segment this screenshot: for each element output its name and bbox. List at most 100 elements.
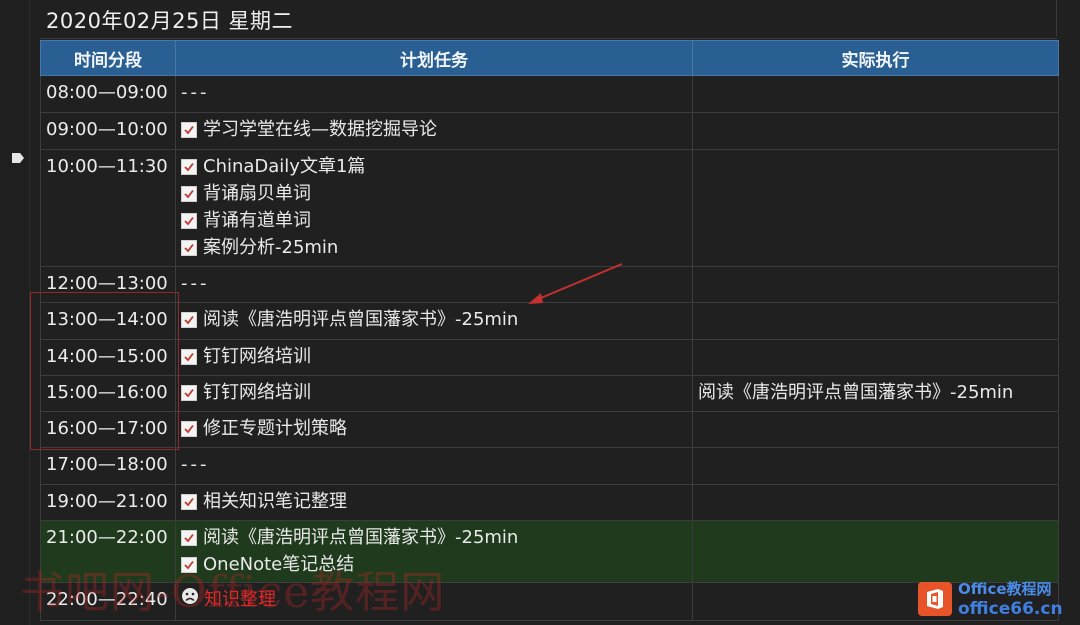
actual-execution-text xyxy=(698,451,1053,478)
task-text: OneNote笔记总结 xyxy=(203,554,355,575)
table-row: 12:00—13:00 --- xyxy=(40,266,1059,303)
actual-execution-cell[interactable] xyxy=(692,112,1059,150)
page-date-title[interactable]: 2020年02月25日 星期二 xyxy=(46,6,293,36)
table-row: 08:00—09:00 --- xyxy=(40,75,1059,113)
header-time-slot[interactable]: 时间分段 xyxy=(40,40,176,76)
task-item: 背诵有道单词 xyxy=(181,207,687,234)
task-text: 钉钉网络培训 xyxy=(203,346,311,367)
table-row: 21:00—22:00 阅读《唐浩明评点曾国藩家书》-25min OneNote笔记… xyxy=(40,520,1059,583)
task-item: 学习学堂在线—数据挖掘导论 xyxy=(181,116,687,143)
todo-checkbox-checked-icon[interactable] xyxy=(181,121,197,138)
time-slot-cell[interactable]: 16:00—17:00 xyxy=(40,411,176,448)
planned-tasks-cell[interactable]: 学习学堂在线—数据挖掘导论 xyxy=(175,112,693,150)
planned-tasks-cell[interactable]: 阅读《唐浩明评点曾国藩家书》-25min xyxy=(175,302,693,340)
page-edge-line xyxy=(1056,0,1057,36)
schedule-table[interactable]: 时间分段 计划任务 实际执行 08:00—09:00 --- 09:00—10:00… xyxy=(40,40,1059,621)
time-slot-cell[interactable]: 14:00—15:00 xyxy=(40,339,176,376)
header-actual-execution[interactable]: 实际执行 xyxy=(692,40,1059,76)
task-item: 相关知识笔记整理 xyxy=(181,488,687,515)
table-row: 15:00—16:00 钉钉网络培训 阅读《唐浩明评点曾国藩家书》-25min xyxy=(40,375,1059,412)
actual-execution-cell[interactable] xyxy=(692,520,1059,583)
actual-execution-cell[interactable] xyxy=(692,339,1059,376)
task-item: 知识整理 xyxy=(181,586,687,613)
task-text: 相关知识笔记整理 xyxy=(203,491,347,512)
planned-tasks-cell[interactable]: 相关知识笔记整理 xyxy=(175,484,693,521)
actual-execution-cell[interactable] xyxy=(692,75,1059,113)
table-row: 13:00—14:00 阅读《唐浩明评点曾国藩家书》-25min xyxy=(40,302,1059,340)
todo-checkbox-checked-icon[interactable] xyxy=(181,529,197,546)
time-slot-cell[interactable]: 22:00—22:40 xyxy=(40,582,176,621)
todo-checkbox-checked-icon[interactable] xyxy=(181,493,197,510)
table-row: 19:00—21:00 相关知识笔记整理 xyxy=(40,484,1059,521)
planned-tasks-cell[interactable]: 钉钉网络培训 xyxy=(175,375,693,412)
task-item: 钉钉网络培训 xyxy=(181,379,687,406)
time-slot-cell[interactable]: 12:00—13:00 xyxy=(40,266,176,303)
time-slot-cell[interactable]: 21:00—22:00 xyxy=(40,520,176,583)
todo-checkbox-checked-icon[interactable] xyxy=(181,311,197,328)
todo-checkbox-checked-icon[interactable] xyxy=(181,384,197,401)
actual-execution-text xyxy=(698,343,1053,370)
planned-tasks-cell[interactable]: 知识整理 xyxy=(175,582,693,621)
actual-execution-cell[interactable] xyxy=(692,266,1059,303)
todo-checkbox-checked-icon[interactable] xyxy=(181,212,197,229)
actual-execution-cell[interactable] xyxy=(692,411,1059,448)
actual-execution-text xyxy=(698,153,1053,180)
todo-checkbox-checked-icon[interactable] xyxy=(181,348,197,365)
time-slot-cell[interactable]: 15:00—16:00 xyxy=(40,375,176,412)
site-logo: Office教程网 office66.cn xyxy=(918,576,1076,622)
task-text: 背诵扇贝单词 xyxy=(203,183,311,204)
planned-tasks-cell[interactable]: --- xyxy=(175,266,693,303)
actual-execution-text: 阅读《唐浩明评点曾国藩家书》-25min xyxy=(698,382,1014,403)
actual-execution-text xyxy=(698,270,1053,297)
time-slot-cell[interactable]: 17:00—18:00 xyxy=(40,447,176,485)
header-planned-tasks[interactable]: 计划任务 xyxy=(175,40,693,76)
todo-checkbox-checked-icon[interactable] xyxy=(181,158,197,175)
task-text: 阅读《唐浩明评点曾国藩家书》-25min xyxy=(203,527,519,548)
task-text: 背诵有道单词 xyxy=(203,210,311,231)
task-text: 修正专题计划策略 xyxy=(203,418,347,439)
actual-execution-cell[interactable] xyxy=(692,447,1059,485)
planned-tasks-cell[interactable]: 钉钉网络培训 xyxy=(175,339,693,376)
actual-execution-cell[interactable] xyxy=(692,149,1059,267)
task-item: 阅读《唐浩明评点曾国藩家书》-25min xyxy=(181,306,687,333)
actual-execution-cell[interactable] xyxy=(692,484,1059,521)
table-row: 17:00—18:00 --- xyxy=(40,447,1059,485)
time-slot-cell[interactable]: 13:00—14:00 xyxy=(40,302,176,340)
actual-execution-text xyxy=(698,524,1053,551)
title-divider xyxy=(40,38,1057,39)
todo-checkbox-checked-icon[interactable] xyxy=(181,185,197,202)
table-row: 22:00—22:40 知识整理 xyxy=(40,582,1059,621)
logo-line1: Office教程网 xyxy=(958,580,1052,598)
task-text: 案例分析-25min xyxy=(203,237,339,258)
task-item: OneNote笔记总结 xyxy=(181,551,687,578)
time-slot-cell[interactable]: 19:00—21:00 xyxy=(40,484,176,521)
left-margin-bar xyxy=(0,0,30,625)
task-text: 钉钉网络培训 xyxy=(203,382,311,403)
planned-tasks-cell[interactable]: 修正专题计划策略 xyxy=(175,411,693,448)
task-text: --- xyxy=(181,454,210,475)
task-item: 钉钉网络培训 xyxy=(181,343,687,370)
time-slot-cell[interactable]: 08:00—09:00 xyxy=(40,75,176,113)
actual-execution-cell[interactable] xyxy=(692,302,1059,340)
planned-tasks-cell[interactable]: --- xyxy=(175,75,693,113)
planned-tasks-cell[interactable]: ChinaDaily文章1篇背诵扇贝单词 背诵有道单词案例分析-25min xyxy=(175,149,693,267)
task-item: 阅读《唐浩明评点曾国藩家书》-25min xyxy=(181,524,687,551)
time-slot-cell[interactable]: 09:00—10:00 xyxy=(40,112,176,150)
actual-execution-text xyxy=(698,306,1053,333)
actual-execution-text xyxy=(698,415,1053,442)
todo-checkbox-checked-icon[interactable] xyxy=(181,239,197,256)
logo-line2: office66.cn xyxy=(958,599,1063,619)
table-row: 10:00—11:30 ChinaDaily文章1篇背诵扇贝单词 背诵有道单词案例分… xyxy=(40,149,1059,267)
current-paragraph-marker-icon[interactable] xyxy=(10,150,26,166)
planned-tasks-cell[interactable]: --- xyxy=(175,447,693,485)
todo-checkbox-checked-icon[interactable] xyxy=(181,420,197,437)
task-item: 修正专题计划策略 xyxy=(181,415,687,442)
todo-checkbox-checked-icon[interactable] xyxy=(181,556,197,573)
planned-tasks-cell[interactable]: 阅读《唐浩明评点曾国藩家书》-25min OneNote笔记总结 xyxy=(175,520,693,583)
actual-execution-text xyxy=(698,79,1053,106)
time-slot-cell[interactable]: 10:00—11:30 xyxy=(40,149,176,267)
task-item: ChinaDaily文章1篇 xyxy=(181,153,687,180)
task-item: 背诵扇贝单词 xyxy=(181,180,687,207)
actual-execution-cell[interactable]: 阅读《唐浩明评点曾国藩家书》-25min xyxy=(692,375,1059,412)
table-header-row: 时间分段 计划任务 实际执行 xyxy=(40,40,1059,76)
